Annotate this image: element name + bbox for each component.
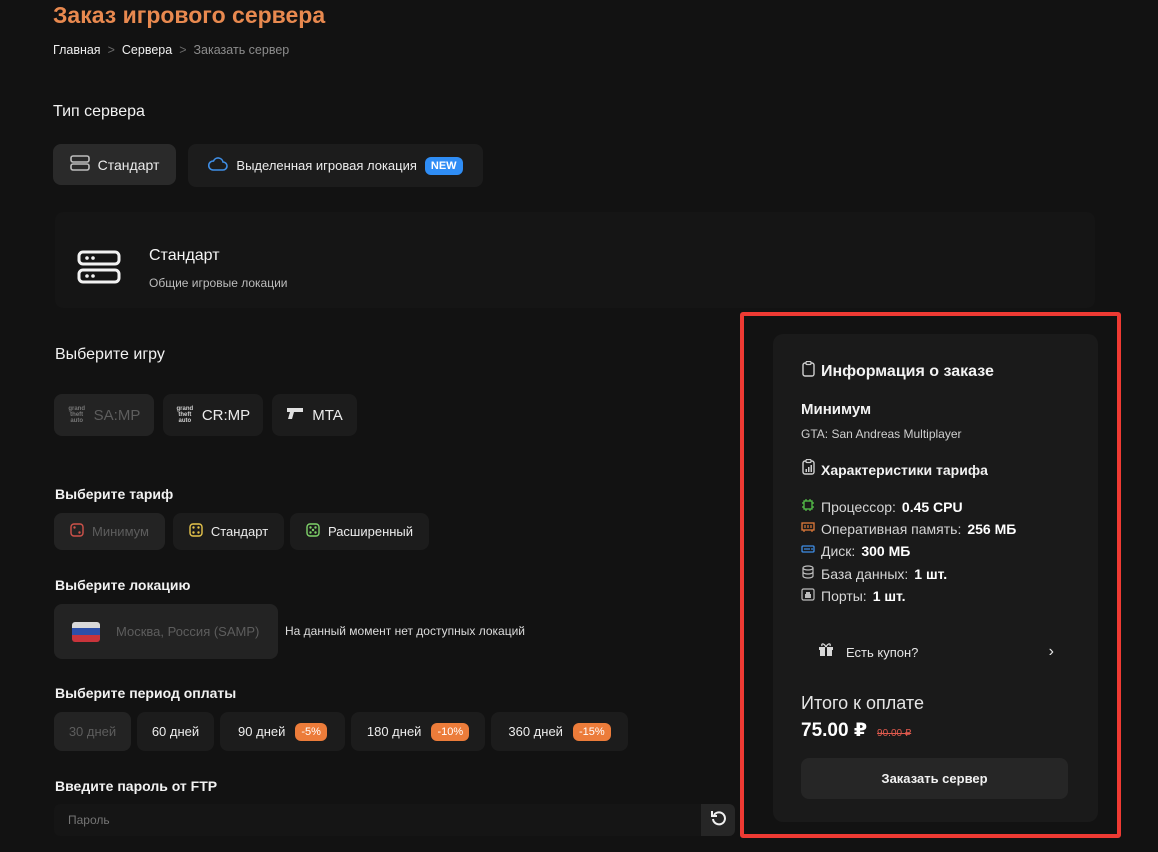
ftp-title: Введите пароль от FTP: [55, 778, 218, 794]
period-60-button[interactable]: 60 дней: [137, 712, 214, 751]
cpu-icon: [801, 498, 815, 515]
tariff-title: Выберите тариф: [55, 486, 174, 502]
period-label: 360 дней: [508, 724, 563, 739]
period-360-button[interactable]: 360 дней -15%: [491, 712, 628, 751]
location-title: Выберите локацию: [55, 577, 191, 593]
spec-label: База данных:: [821, 565, 909, 582]
tariff-label: Минимум: [92, 524, 149, 539]
specs-header: Характеристики тарифа: [802, 458, 988, 480]
server-stack-icon: [77, 250, 121, 289]
spec-cpu: Процессор: 0.45 CPU: [801, 498, 963, 515]
breadcrumb: Главная > Сервера > Заказать сервер: [53, 43, 289, 57]
spec-label: Порты:: [821, 587, 867, 604]
refresh-icon: [710, 810, 726, 831]
spec-value: 0.45 CPU: [901, 498, 963, 515]
breadcrumb-servers[interactable]: Сервера: [122, 43, 172, 57]
clipboard-chart-icon: [802, 458, 815, 480]
gift-icon: [818, 642, 834, 662]
chevron-right-icon: ›: [1048, 643, 1054, 660]
server-type-label: Стандарт: [97, 156, 160, 173]
location-notice: На данный момент нет доступных локаций: [285, 624, 525, 638]
russia-flag-icon: [72, 621, 100, 642]
server-type-label: Выделенная игровая локация: [236, 158, 417, 173]
gta-logo-icon: grand theft auto: [176, 406, 194, 424]
spec-value: 300 МБ: [861, 542, 911, 559]
ram-icon: [801, 520, 815, 537]
specs-title: Характеристики тарифа: [821, 461, 988, 478]
period-180-button[interactable]: 180 дней -10%: [351, 712, 485, 751]
spec-value: 256 МБ: [967, 520, 1017, 537]
clipboard-icon: [802, 360, 815, 382]
discount-badge: -15%: [572, 722, 611, 741]
period-30-button[interactable]: 30 дней: [54, 712, 131, 751]
game-label: MTA: [312, 406, 343, 424]
period-title: Выберите период оплаты: [55, 685, 237, 701]
period-90-button[interactable]: 90 дней -5%: [220, 712, 345, 751]
tariff-extended-button[interactable]: Расширенный: [290, 513, 429, 550]
server-type-dedicated-button[interactable]: Выделенная игровая локация NEW: [188, 144, 483, 187]
game-label: CR:MP: [201, 406, 251, 424]
tariff-label: Стандарт: [210, 524, 269, 539]
location-label: Москва, Россия (SAMP): [116, 624, 260, 639]
spec-label: Диск:: [821, 542, 856, 559]
dice-two-icon: [70, 523, 84, 540]
cloud-icon: [208, 157, 229, 174]
game-samp-button[interactable]: grand theft auto SA:MP: [54, 394, 154, 436]
new-badge: NEW: [424, 156, 463, 175]
page-title: Заказ игрового сервера: [53, 2, 326, 28]
order-server-button[interactable]: Заказать сервер: [801, 758, 1068, 799]
dice-four-icon: [189, 523, 203, 540]
discount-badge: -10%: [431, 722, 470, 741]
spec-value: 1 шт.: [914, 565, 948, 582]
pistol-icon: [286, 406, 304, 424]
refresh-button[interactable]: [701, 804, 735, 836]
tariff-standard-button[interactable]: Стандарт: [173, 513, 284, 550]
coupon-label: Есть купон?: [846, 644, 919, 660]
spec-label: Оперативная память:: [821, 520, 962, 537]
dice-five-icon: [306, 523, 320, 540]
game-title: Выберите игру: [55, 346, 165, 363]
period-label: 180 дней: [366, 724, 422, 739]
price-row: 75.00 ₽ 90.00 ₽: [801, 719, 911, 742]
spec-ports: Порты: 1 шт.: [801, 587, 906, 604]
period-label: 30 дней: [68, 724, 117, 739]
game-mta-button[interactable]: MTA: [272, 394, 357, 436]
spec-value: 1 шт.: [872, 587, 906, 604]
breadcrumb-separator: >: [107, 43, 115, 57]
order-game-name: GTA: San Andreas Multiplayer: [801, 427, 962, 441]
order-info-title: Информация о заказе: [821, 362, 994, 380]
breadcrumb-current: Заказать сервер: [193, 43, 290, 57]
gta-sa-logo-icon: grand theft auto: [68, 406, 85, 424]
card-subtitle: Общие игровые локации: [149, 276, 288, 290]
period-label: 90 дней: [238, 724, 286, 739]
spec-ram: Оперативная память: 256 МБ: [801, 520, 1016, 537]
card-title: Стандарт: [149, 247, 220, 264]
port-icon: [801, 587, 815, 604]
spec-disk: Диск: 300 МБ: [801, 542, 910, 559]
database-icon: [801, 565, 815, 582]
spec-database: База данных: 1 шт.: [801, 565, 947, 582]
spec-label: Процессор:: [821, 498, 896, 515]
disk-icon: [801, 542, 815, 559]
old-price: 90.00 ₽: [877, 728, 912, 739]
breadcrumb-separator: >: [179, 43, 187, 57]
location-moscow-button[interactable]: Москва, Россия (SAMP): [54, 604, 278, 659]
game-crmp-button[interactable]: grand theft auto CR:MP: [163, 394, 263, 436]
order-tariff-name: Минимум: [801, 401, 872, 418]
coupon-toggle[interactable]: Есть купон? ›: [801, 632, 1068, 672]
tariff-minimum-button[interactable]: Минимум: [54, 513, 165, 550]
period-label: 60 дней: [151, 724, 200, 739]
ftp-password-input[interactable]: [54, 804, 702, 836]
order-info-header: Информация о заказе: [802, 360, 994, 382]
total-label: Итого к оплате: [801, 693, 924, 713]
breadcrumb-home[interactable]: Главная: [53, 43, 101, 57]
server-icon: [69, 155, 90, 174]
price: 75.00 ₽: [801, 720, 868, 741]
server-type-title: Тип сервера: [53, 103, 145, 120]
discount-badge: -5%: [295, 722, 327, 741]
server-type-standard-button[interactable]: Стандарт: [53, 144, 176, 185]
game-label: SA:MP: [93, 406, 141, 424]
tariff-label: Расширенный: [327, 524, 414, 539]
